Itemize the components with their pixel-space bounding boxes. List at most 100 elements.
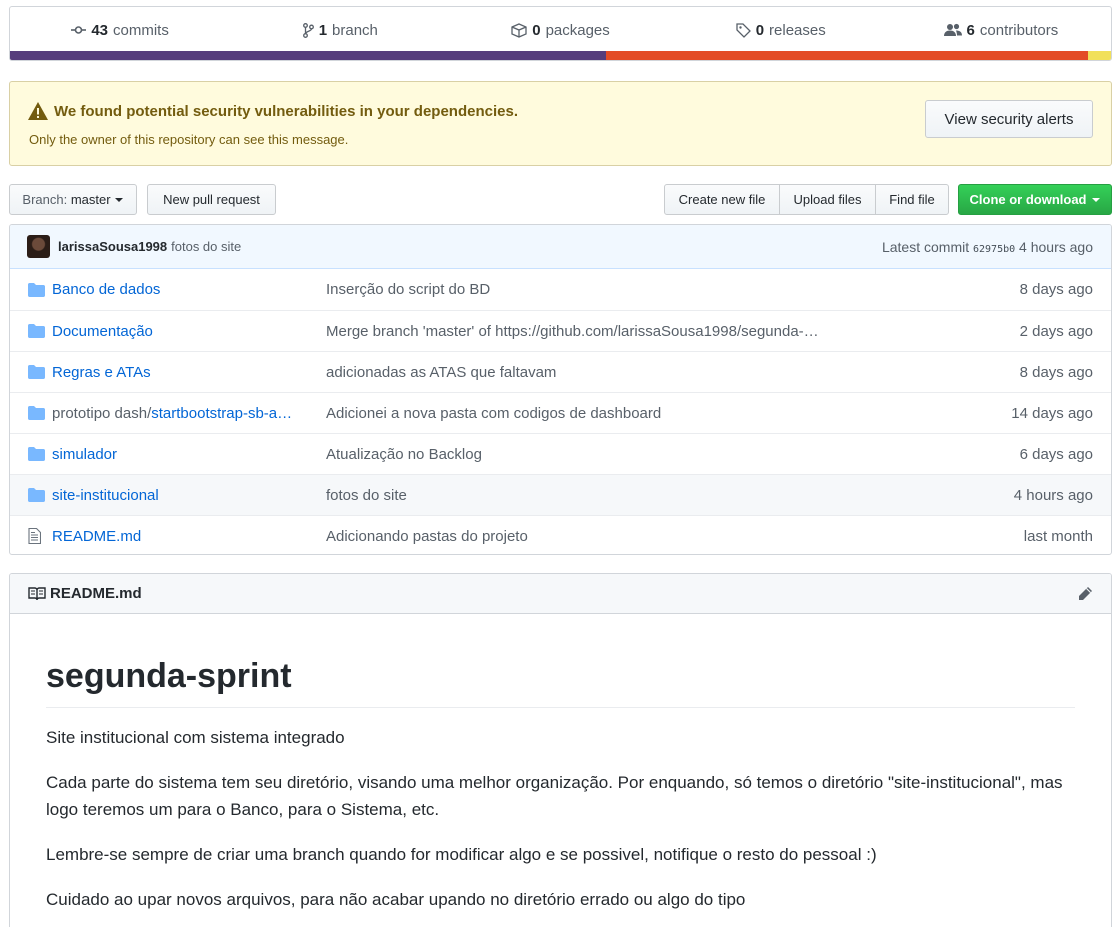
file-name-link[interactable]: Documentação [52, 323, 326, 340]
file-name[interactable]: Documentação [52, 323, 153, 340]
releases-label: releases [769, 21, 826, 39]
file-name[interactable]: Banco de dados [52, 281, 160, 298]
branch-select-value: master [70, 192, 111, 207]
releases-link[interactable]: 0 releases [671, 22, 891, 39]
file-age: 8 days ago [1019, 281, 1093, 298]
contributors-count: 6 [966, 21, 975, 39]
commit-author[interactable]: larissaSousa1998 [58, 239, 167, 254]
file-commit-message[interactable]: adicionadas as ATAS que faltavam [326, 364, 866, 381]
file-row: Banco de dados Inserção do script do BD 8 … [10, 269, 1111, 310]
folder-icon [28, 282, 46, 297]
file-name-prefix[interactable]: prototipo dash/ [52, 405, 151, 422]
commit-icon [71, 26, 87, 34]
caret-down-icon [1091, 197, 1100, 202]
latest-commit-label: Latest commit [881, 238, 970, 255]
clone-label: Clone or download [969, 192, 1087, 207]
folder-icon [28, 447, 46, 461]
folder-icon [28, 406, 46, 420]
avatar[interactable] [27, 235, 50, 258]
language-bar[interactable] [10, 51, 1111, 60]
commit-message[interactable]: fotos do site [171, 239, 241, 254]
readme-heading: segunda-sprint [46, 656, 1075, 708]
language-segment[interactable] [1087, 51, 1111, 60]
file-row: site-institucional fotos do site 4 hours a… [10, 474, 1111, 515]
file-row: simulador Atualização no Backlog 6 days ag… [10, 433, 1111, 474]
security-alert: We found potential security vulnerabilit… [9, 81, 1112, 166]
file-name[interactable]: README.md [52, 528, 141, 545]
edit-pencil-icon[interactable] [1077, 586, 1093, 602]
folder-icon [28, 488, 46, 502]
file-list: larissaSousa1998 fotos do site Latest co… [9, 224, 1112, 555]
latest-commit-bar: larissaSousa1998 fotos do site Latest co… [10, 225, 1111, 269]
readme-filename: README.md [50, 585, 142, 602]
commits-label: commits [113, 21, 169, 39]
view-security-alerts-button[interactable]: View security alerts [925, 100, 1093, 138]
commits-count: 43 [91, 21, 109, 39]
contributors-link[interactable]: 6 contributors [891, 22, 1111, 39]
file-name[interactable]: simulador [52, 446, 117, 463]
file-commit-message[interactable]: Inserção do script do BD [326, 281, 866, 298]
file-name-link[interactable]: site-institucional [52, 487, 326, 504]
readme-paragraph: Lembre-se sempre de criar uma branch qua… [46, 844, 877, 864]
latest-commit-info: Latest commit 62975b0 4 hours ago [882, 239, 1093, 255]
alert-icon [28, 102, 48, 120]
commit-sha[interactable]: 62975b0 [973, 244, 1015, 255]
alert-title: We found potential security vulnerabilit… [54, 102, 518, 120]
language-segment[interactable] [10, 51, 606, 60]
create-new-file-button[interactable]: Create new file [664, 184, 780, 215]
file-commit-message[interactable]: fotos do site [326, 487, 866, 504]
file-name-link[interactable]: Regras e ATAs [52, 364, 326, 381]
file-age: 4 hours ago [1013, 486, 1093, 504]
readme-box: README.md segunda-sprint Site institucio… [9, 573, 1112, 927]
file-commit-message[interactable]: Merge branch 'master' of https://github.… [326, 323, 866, 340]
folder-icon [28, 365, 46, 379]
file-row: Regras e ATAs adicionadas as ATAS que fal… [10, 351, 1111, 392]
file-actions-group: Create new file Upload files Find file [664, 184, 949, 215]
file-row: Documentação Merge branch 'master' of htt… [10, 310, 1111, 351]
commits-link[interactable]: 43 commits [10, 22, 230, 39]
file-commit-message[interactable]: Adicionei a nova pasta com codigos de da… [326, 405, 866, 422]
packages-label: packages [545, 21, 610, 39]
file-name-link[interactable]: README.md [52, 528, 326, 545]
repo-summary: 43 commits 1 branch 0 packages 0 release… [9, 6, 1112, 61]
tag-icon [736, 22, 751, 38]
contributors-label: contributors [979, 21, 1059, 39]
readme-content: segunda-sprint Site institucional com si… [10, 656, 1111, 913]
branch-select-button[interactable]: Branch: master [9, 184, 137, 215]
caret-down-icon [114, 197, 123, 202]
file-age: last month [1023, 527, 1093, 545]
new-pull-request-button[interactable]: New pull request [147, 184, 276, 215]
language-segment[interactable] [605, 51, 1088, 60]
file-age: 2 days ago [1019, 322, 1093, 340]
upload-files-button[interactable]: Upload files [779, 184, 876, 215]
file-age: 14 days ago [1011, 404, 1093, 422]
readme-header: README.md [10, 574, 1111, 614]
file-icon [28, 528, 46, 544]
readme-paragraph: Site institucional com sistema integrado [46, 727, 345, 747]
packages-link[interactable]: 0 packages [450, 22, 670, 39]
file-name-link[interactable]: Banco de dados [52, 281, 326, 298]
commit-age: 4 hours ago [1019, 238, 1093, 255]
file-name[interactable]: site-institucional [52, 487, 159, 504]
folder-icon [28, 324, 46, 338]
find-file-button[interactable]: Find file [875, 184, 949, 215]
packages-count: 0 [532, 21, 541, 39]
readme-paragraph: Cada parte do sistema tem seu diretório,… [46, 772, 1063, 819]
branch-icon [302, 22, 314, 38]
file-rows: Banco de dados Inserção do script do BD 8 … [10, 269, 1111, 554]
file-name[interactable]: Regras e ATAs [52, 364, 151, 381]
package-icon [511, 22, 527, 38]
file-name-link[interactable]: prototipo dash/startbootstrap-sb-a… [52, 405, 326, 422]
file-row: prototipo dash/startbootstrap-sb-a… Adici… [10, 392, 1111, 433]
file-name-link[interactable]: simulador [52, 446, 326, 463]
releases-count: 0 [755, 21, 765, 39]
file-name[interactable]: startbootstrap-sb-a… [151, 405, 292, 422]
file-age: 8 days ago [1019, 363, 1093, 381]
alert-subtitle: Only the owner of this repository can se… [29, 132, 349, 147]
file-commit-message[interactable]: Atualização no Backlog [326, 446, 866, 463]
file-row: README.md Adicionando pastas do projeto la… [10, 515, 1111, 554]
clone-or-download-button[interactable]: Clone or download [958, 184, 1112, 215]
branches-link[interactable]: 1 branch [230, 22, 450, 39]
book-icon [28, 586, 46, 600]
file-commit-message[interactable]: Adicionando pastas do projeto [326, 528, 866, 545]
